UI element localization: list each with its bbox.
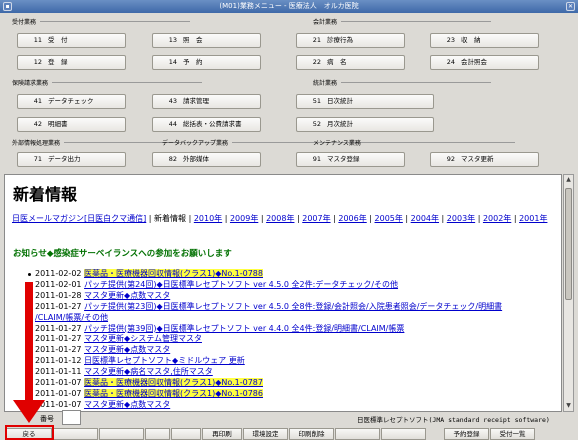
red-arrow-icon: [13, 282, 45, 423]
